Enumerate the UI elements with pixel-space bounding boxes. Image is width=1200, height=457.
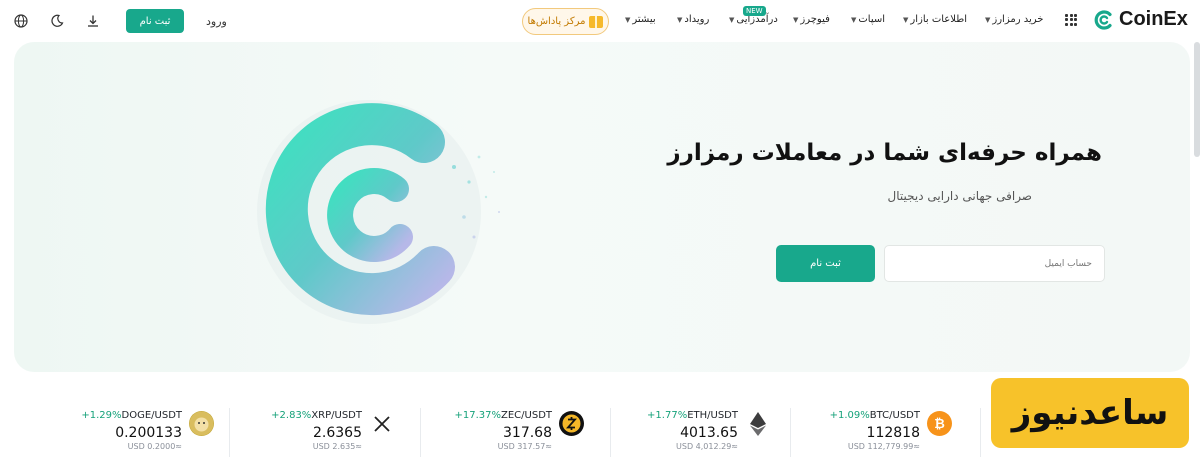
coinex-logo[interactable]: CoinEx [1065,8,1188,31]
globe-icon[interactable] [10,10,32,32]
hero-coinex-3d-logo [257,100,500,324]
gift-icon [589,15,604,28]
chevron-down-icon: ▼ [793,15,799,24]
ticker-usd: USD 4,012.29≈ [676,442,738,451]
menu-item-buy-crypto[interactable]: ▼ خرید رمزارز [985,14,1049,25]
chevron-down-icon: ▼ [903,15,909,24]
ticker-usd: USD 112,779.99≈ [847,442,920,451]
login-link[interactable]: ورود [206,15,227,28]
signup-button-hero[interactable]: ثبت نام [776,245,875,282]
page-scrollbar[interactable] [1194,42,1200,157]
rewards-label: مرکز پاداش‌ها [527,16,586,27]
ethereum-icon [745,411,770,436]
ticker-pair: BTC/USDT [869,410,920,421]
menu-label: رویداد [684,14,710,25]
xrp-icon [369,411,394,436]
chevron-down-icon: ▼ [985,15,991,24]
menu-item-spot[interactable]: ▼ اسپات [851,14,903,25]
chevron-down-icon: ▼ [851,15,857,24]
menu-label: اسپات [858,14,886,25]
ticker-change: +1.09% [829,410,870,421]
ticker-head: +1.09%BTC/USDT [830,410,920,421]
ticker-price: 4013.65 [680,425,738,441]
ticker-pair: ZEC/USDT [501,410,552,421]
menu-item-market[interactable]: ▼ اطلاعات بازار [903,14,985,25]
ticker-price: 112818 [866,425,920,441]
ticker-usd: USD 317.57≈ [497,442,552,451]
ticker-head: +17.37%ZEC/USDT [454,410,552,421]
ticker-change: +1.29% [81,410,122,421]
nav-utilities: ثبت نام ورود [10,8,227,34]
email-input[interactable] [884,245,1105,282]
ticker-divider [229,408,230,457]
ticker-pair: XRP/USDT [311,410,362,421]
ticker-eth[interactable]: +1.77%ETH/USDT 4013.65 USD 4,012.29≈ [610,400,770,457]
ticker-btc[interactable]: +1.09%BTC/USDT 112818 USD 112,779.99≈ ₿ [792,400,952,457]
ticker-doge[interactable]: +1.29%DOGE/USDT 0.200133 USD 0.2000≈ [54,400,214,457]
top-navbar: ثبت نام ورود مرکز پاداش‌ها ▼ بیشتر ▼ روی… [0,0,1200,42]
hero-subtitle: صرافی جهانی دارایی دیجیتال [887,189,1032,203]
ticker-divider [980,408,981,457]
watermark-text: ساعدنیوز [1011,393,1169,433]
ticker-xrp[interactable]: +2.83%XRP/USDT 2.6365 USD 2.635≈ [234,400,394,457]
ticker-head: +1.29%DOGE/USDT [81,410,182,421]
menu-label: خرید رمزارز [992,14,1044,25]
ticker-pair: DOGE/USDT [121,410,182,421]
ticker-head: +2.83%XRP/USDT [271,410,362,421]
main-menu: ▼ بیشتر ▼ رویداد NEW ▼ درآمدزایی ▼ فیوچر… [625,6,1049,25]
moon-icon[interactable] [46,10,68,32]
ticker-head: +1.77%ETH/USDT [647,410,738,421]
menu-label: فیوچرز [800,14,830,25]
chevron-down-icon: ▼ [677,15,683,24]
chevron-down-icon: ▼ [729,15,735,24]
saednews-watermark: ساعدنیوز [991,378,1189,448]
ticker-price: 2.6365 [313,425,362,441]
ticker-zec[interactable]: +17.37%ZEC/USDT 317.68 USD 317.57≈ [424,400,584,457]
zcash-icon [559,411,584,436]
ticker-change: +1.77% [647,410,688,421]
grid-icon[interactable] [1065,13,1077,26]
hero-title: همراه حرفه‌ای شما در معاملات رمزارز [667,140,1102,166]
menu-item-earn[interactable]: NEW ▼ درآمدزایی [729,6,793,25]
ticker-usd: USD 0.2000≈ [127,442,182,451]
menu-label: اطلاعات بازار [910,14,967,25]
ticker-change: +17.37% [454,410,501,421]
ticker-pair: ETH/USDT [687,410,738,421]
menu-item-events[interactable]: ▼ رویداد [677,14,729,25]
ticker-divider [790,408,791,457]
ticker-divider [420,408,421,457]
menu-item-more[interactable]: ▼ بیشتر [625,14,677,25]
logo-text: CoinEx [1119,8,1188,30]
ticker-change: +2.83% [271,410,312,421]
ticker-usd: USD 2.635≈ [312,442,362,451]
ticker-price: 317.68 [503,425,552,441]
chevron-down-icon: ▼ [625,15,631,24]
doge-icon [189,411,214,436]
menu-item-futures[interactable]: ▼ فیوچرز [793,14,851,25]
download-icon[interactable] [82,10,104,32]
bitcoin-icon: ₿ [927,411,952,436]
ticker-price: 0.200133 [115,425,182,441]
rewards-center-button[interactable]: مرکز پاداش‌ها [522,8,609,35]
signup-button-top[interactable]: ثبت نام [126,9,184,33]
coinex-logo-icon [1094,9,1112,30]
new-badge: NEW [743,6,766,16]
menu-label: بیشتر [632,14,656,25]
hero-section: همراه حرفه‌ای شما در معاملات رمزارز صراف… [14,42,1190,372]
